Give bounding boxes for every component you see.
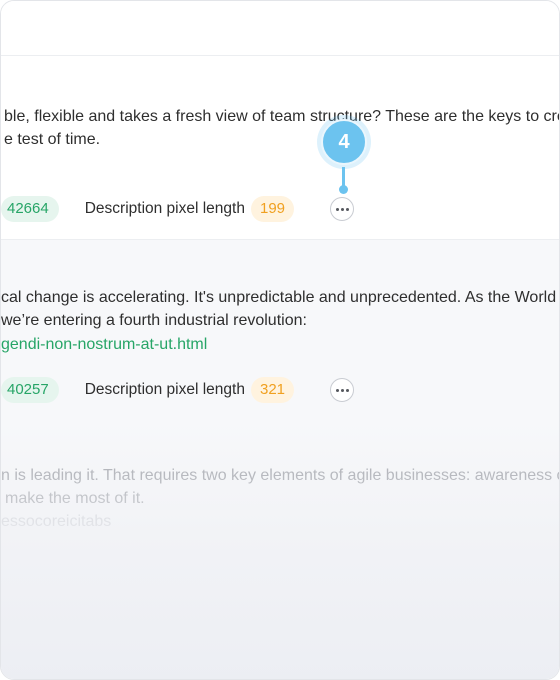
step-marker: 4: [321, 119, 367, 165]
step-marker-connector: [342, 167, 345, 187]
list-item: n is leading it. That requires two key e…: [1, 416, 560, 679]
item-description-line: we’re entering a fourth industrial revol…: [1, 312, 307, 329]
more-options-button[interactable]: [330, 378, 354, 402]
item-link[interactable]: gendi-non-nostrum-at-ut.html: [1, 333, 559, 356]
meta-label: Description pixel length: [84, 381, 245, 398]
item-description-line: make the most of it.: [5, 490, 145, 507]
dot-icon: [335, 388, 339, 392]
dot-icon: [345, 207, 349, 211]
meta-label: Description pixel length: [84, 200, 245, 217]
count-badge: 42664: [1, 196, 59, 222]
count-badge: 40257: [1, 377, 59, 403]
step-marker-dot: [339, 185, 348, 194]
item-link: essocoreicitabs: [1, 513, 112, 530]
list-item: cal change is accelerating. It's unpredi…: [1, 239, 559, 417]
dot-icon: [335, 207, 339, 211]
item-description-line: ble, flexible and takes a fresh view of …: [4, 108, 560, 125]
pixel-length-badge: 199: [250, 196, 295, 222]
list-item: ble, flexible and takes a fresh view of …: [1, 56, 559, 239]
more-options-button[interactable]: [330, 197, 354, 221]
item-description-line: n is leading it. That requires two key e…: [1, 467, 560, 484]
app-window: ble, flexible and takes a fresh view of …: [0, 0, 560, 680]
dot-icon: [340, 207, 344, 211]
pixel-length-badge: 321: [250, 377, 295, 403]
dot-icon: [345, 388, 349, 392]
item-meta-row: 40257 Description pixel length 321: [1, 376, 295, 404]
top-bar: [1, 1, 559, 56]
dot-icon: [340, 388, 344, 392]
item-description-line: e test of time.: [4, 131, 101, 148]
item-description-line: cal change is accelerating. It's unpredi…: [1, 289, 560, 306]
item-meta-row: 42664 Description pixel length 199: [1, 195, 295, 223]
